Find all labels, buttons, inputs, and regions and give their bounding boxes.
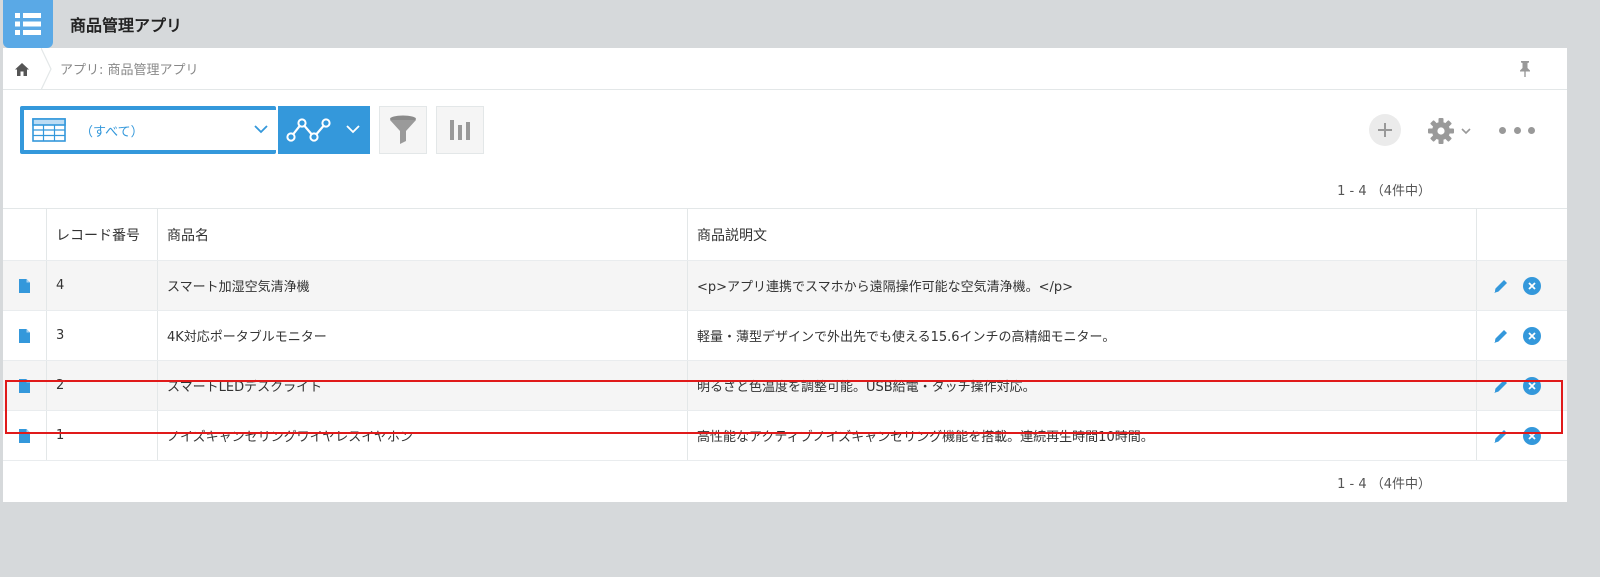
- product-name: 4K対応ポータブルモニター: [158, 311, 688, 360]
- add-record-button[interactable]: [1369, 114, 1401, 146]
- line-graph-icon: [286, 118, 331, 142]
- breadcrumb-app-link[interactable]: アプリ: 商品管理アプリ: [60, 59, 199, 78]
- record-detail-icon[interactable]: [3, 361, 47, 410]
- product-description: 軽量・薄型デザインで外出先でも使える15.6インチの高精細モニター。: [688, 311, 1477, 360]
- record-number: 1: [47, 411, 158, 460]
- more-options-icon[interactable]: [1499, 120, 1535, 140]
- table-row[interactable]: 4 スマート加湿空気清浄機 <p>アプリ連携でスマホから遠隔操作可能な空気清浄機…: [3, 261, 1567, 311]
- breadcrumb: アプリ: 商品管理アプリ: [3, 48, 1567, 90]
- product-name: スマート加湿空気清浄機: [158, 261, 688, 310]
- edit-pencil-icon[interactable]: [1491, 376, 1511, 396]
- delete-icon[interactable]: [1523, 326, 1541, 345]
- chevron-down-icon: [1461, 128, 1471, 135]
- table-view-icon: [32, 118, 66, 142]
- edit-pencil-icon[interactable]: [1491, 326, 1511, 346]
- breadcrumb-separator: [41, 48, 52, 90]
- product-description: <p>アプリ連携でスマホから遠隔操作可能な空気清浄機。</p>: [688, 261, 1477, 310]
- view-select[interactable]: （すべて）: [20, 106, 276, 154]
- table-row[interactable]: 3 4K対応ポータブルモニター 軽量・薄型デザインで外出先でも使える15.6イン…: [3, 311, 1567, 361]
- delete-icon[interactable]: [1523, 426, 1541, 445]
- product-description: 高性能なアクティブノイズキャンセリング機能を搭載。連続再生時間10時間。: [688, 411, 1477, 460]
- chevron-down-icon: [254, 125, 268, 134]
- table-row[interactable]: 1 ノイズキャンセリングワイヤレスイヤホン 高性能なアクティブノイズキャンセリン…: [3, 411, 1567, 461]
- pin-icon[interactable]: [1515, 58, 1535, 80]
- pagination-info: 1 - 4 （4件中）: [1337, 184, 1431, 199]
- app-header: 商品管理アプリ: [0, 0, 1600, 48]
- plus-icon: [1378, 123, 1392, 137]
- edit-pencil-icon[interactable]: [1491, 426, 1511, 446]
- row-actions: [1477, 361, 1567, 410]
- column-header[interactable]: レコード番号: [47, 209, 158, 260]
- header-actions-cell: [1477, 209, 1567, 260]
- graph-select-button[interactable]: [278, 106, 370, 154]
- home-icon[interactable]: [3, 48, 41, 90]
- app-list-icon[interactable]: [3, 0, 53, 48]
- bar-chart-icon: [450, 120, 470, 140]
- product-name: ノイズキャンセリングワイヤレスイヤホン: [158, 411, 688, 460]
- gear-icon: [1428, 118, 1454, 144]
- edit-pencil-icon[interactable]: [1491, 276, 1511, 296]
- record-number: 4: [47, 261, 158, 310]
- product-description: 明るさと色温度を調整可能。USB給電・タッチ操作対応。: [688, 361, 1477, 410]
- pagination-info: 1 - 4 （4件中）: [1337, 477, 1431, 492]
- records-table: レコード番号 商品名 商品説明文 4 スマート加湿空気清浄機 <p>アプリ連携で…: [3, 208, 1567, 461]
- record-number: 2: [47, 361, 158, 410]
- row-actions: [1477, 311, 1567, 360]
- column-header[interactable]: 商品説明文: [688, 209, 1477, 260]
- settings-button[interactable]: [1427, 116, 1473, 146]
- app-title: 商品管理アプリ: [70, 16, 183, 35]
- row-actions: [1477, 411, 1567, 460]
- header-icon-cell: [3, 209, 47, 260]
- product-name: スマートLEDデスクライト: [158, 361, 688, 410]
- view-select-field[interactable]: （すべて）: [24, 110, 276, 150]
- record-number: 3: [47, 311, 158, 360]
- chart-button[interactable]: [436, 106, 484, 154]
- record-list-panel: （すべて） 1 - 4 （4件中） レコード番号 商品名 商品説明文 4 スマー…: [3, 90, 1567, 502]
- filter-icon: [390, 115, 416, 144]
- record-detail-icon[interactable]: [3, 261, 47, 310]
- column-header[interactable]: 商品名: [158, 209, 688, 260]
- chevron-down-icon: [346, 125, 360, 134]
- delete-icon[interactable]: [1523, 376, 1541, 395]
- table-header-row: レコード番号 商品名 商品説明文: [3, 209, 1567, 261]
- filter-button[interactable]: [379, 106, 427, 154]
- row-actions: [1477, 261, 1567, 310]
- delete-icon[interactable]: [1523, 276, 1541, 295]
- record-detail-icon[interactable]: [3, 411, 47, 460]
- table-row[interactable]: 2 スマートLEDデスクライト 明るさと色温度を調整可能。USB給電・タッチ操作…: [3, 361, 1567, 411]
- view-select-label: （すべて）: [80, 124, 144, 140]
- record-detail-icon[interactable]: [3, 311, 47, 360]
